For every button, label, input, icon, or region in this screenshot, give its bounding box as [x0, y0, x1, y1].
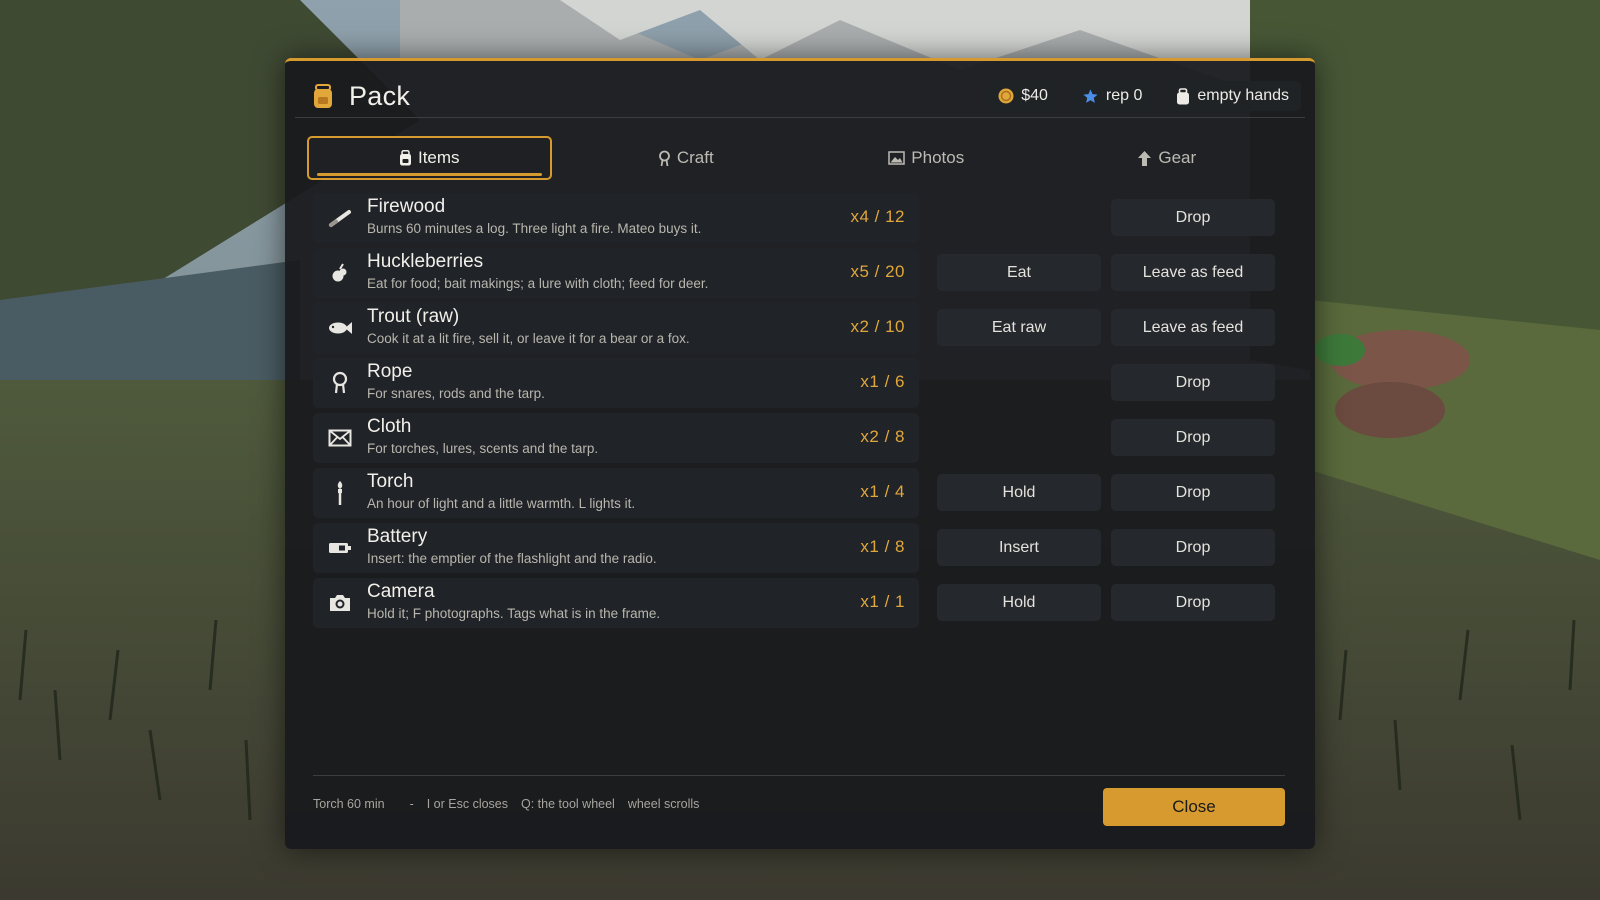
item-name: Firewood: [367, 196, 446, 217]
coin-icon: [998, 88, 1014, 104]
reputation-badge: rep 0: [1069, 81, 1155, 111]
leave-as-feed-button[interactable]: Leave as feed: [1111, 309, 1275, 346]
hands-value: empty hands: [1197, 87, 1289, 104]
item-name: Battery: [367, 526, 428, 547]
rope-icon: [658, 150, 670, 166]
drop-button[interactable]: Drop: [1111, 474, 1275, 511]
item-row-cloth: Cloth For torches, lures, scents and the…: [313, 413, 1275, 463]
item-row-rope: Rope For snares, rods and the tarp. x1 /…: [313, 358, 1275, 408]
torch-icon: [327, 480, 353, 506]
drop-button[interactable]: Drop: [1111, 199, 1275, 236]
item-count: x2 / 10: [850, 317, 905, 336]
tab-craft[interactable]: Craft: [566, 136, 807, 180]
item-description: Cook it at a lit fire, sell it, or leave…: [367, 331, 690, 346]
hold-button[interactable]: Hold: [937, 474, 1101, 511]
item-info[interactable]: Huckleberries Eat for food; bait makings…: [313, 248, 919, 298]
item-count: x1 / 4: [860, 482, 905, 501]
eat-raw-button[interactable]: Eat raw: [937, 309, 1101, 346]
item-name: Trout (raw): [367, 306, 460, 327]
hand-bag-icon: [1177, 87, 1190, 104]
item-list: Firewood Burns 60 minutes a log. Three l…: [313, 193, 1275, 633]
tab-craft-label: Craft: [676, 148, 714, 167]
page-title: Pack: [349, 80, 411, 111]
cloth-icon: [327, 425, 353, 451]
bag-icon: [399, 150, 411, 166]
drop-button[interactable]: Drop: [1111, 584, 1275, 621]
torch-timer-hint: Torch 60 min: [313, 797, 385, 811]
footer-divider: [313, 775, 1285, 776]
reputation-value: rep 0: [1105, 87, 1143, 104]
item-count: x1 / 6: [860, 372, 905, 391]
item-info[interactable]: Trout (raw) Cook it at a lit fire, sell …: [313, 303, 919, 353]
tab-photos-label: Photos: [911, 148, 965, 167]
item-info[interactable]: Torch An hour of light and a little warm…: [313, 468, 919, 518]
drop-button[interactable]: Drop: [1111, 364, 1275, 401]
item-name: Cloth: [367, 416, 412, 437]
item-count: x1 / 8: [860, 537, 905, 556]
money-value: $40: [1021, 87, 1048, 104]
item-name: Rope: [367, 361, 413, 382]
item-info[interactable]: Battery Insert: the emptier of the flash…: [313, 523, 919, 573]
item-description: Burns 60 minutes a log. Three light a fi…: [367, 221, 702, 236]
item-name: Camera: [367, 581, 435, 602]
item-name: Huckleberries: [367, 251, 484, 272]
item-row-camera: Camera Hold it; F photographs. Tags what…: [313, 578, 1275, 628]
leave-as-feed-button[interactable]: Leave as feed: [1111, 254, 1275, 291]
item-count: x4 / 12: [850, 207, 905, 226]
tab-items-label: Items: [417, 148, 460, 167]
hands-badge: empty hands: [1164, 81, 1301, 111]
item-row-battery: Battery Insert: the emptier of the flash…: [313, 523, 1275, 573]
status-bar: $40 rep 0 empty hands: [986, 81, 1301, 111]
tab-items[interactable]: Items: [307, 136, 552, 180]
tab-photos[interactable]: Photos: [806, 136, 1047, 180]
battery-icon: [327, 535, 353, 561]
tab-bar: Items Craft Photos Gear: [307, 136, 1287, 180]
item-info[interactable]: Cloth For torches, lures, scents and the…: [313, 413, 919, 463]
item-description: Eat for food; bait makings; a lure with …: [367, 276, 709, 291]
item-info[interactable]: Camera Hold it; F photographs. Tags what…: [313, 578, 919, 628]
item-row-huckleberries: Huckleberries Eat for food; bait makings…: [313, 248, 1275, 298]
item-description: For snares, rods and the tarp.: [367, 386, 545, 401]
insert-button[interactable]: Insert: [937, 529, 1101, 566]
item-count: x1 / 1: [860, 592, 905, 611]
camera-icon: [327, 590, 353, 616]
item-name: Torch: [367, 471, 414, 492]
item-count: x2 / 8: [860, 427, 905, 446]
close-key-hint: I or Esc closes: [426, 797, 509, 811]
drop-button[interactable]: Drop: [1111, 529, 1275, 566]
tool-wheel-hint: Q: the tool wheel: [521, 797, 615, 811]
pack-panel: Pack $40 rep 0 empty hands Items Craft P…: [285, 58, 1315, 849]
eat-button[interactable]: Eat: [937, 254, 1101, 291]
berry-icon: [327, 260, 353, 286]
rope-icon: [327, 370, 353, 396]
close-button[interactable]: Close: [1103, 788, 1285, 826]
scroll-hint: wheel scrolls: [627, 797, 700, 811]
item-description: Insert: the emptier of the flashlight an…: [367, 551, 657, 566]
item-row-firewood: Firewood Burns 60 minutes a log. Three l…: [313, 193, 1275, 243]
item-count: x5 / 20: [850, 262, 905, 281]
tab-gear[interactable]: Gear: [1047, 136, 1288, 180]
log-icon: [327, 205, 353, 231]
tab-gear-label: Gear: [1158, 148, 1197, 167]
arrow-up-icon: [1138, 150, 1152, 166]
item-info[interactable]: Firewood Burns 60 minutes a log. Three l…: [313, 193, 919, 243]
item-description: An hour of light and a little warmth. L …: [367, 496, 636, 511]
hold-button[interactable]: Hold: [937, 584, 1101, 621]
backpack-icon: [314, 84, 332, 108]
item-info[interactable]: Rope For snares, rods and the tarp. x1 /…: [313, 358, 919, 408]
drop-button[interactable]: Drop: [1111, 419, 1275, 456]
fish-icon: [327, 315, 353, 341]
item-row-trout: Trout (raw) Cook it at a lit fire, sell …: [313, 303, 1275, 353]
hint-separator: -: [409, 797, 414, 811]
item-description: Hold it; F photographs. Tags what is in …: [367, 606, 661, 621]
star-icon: [1083, 88, 1098, 103]
footer-hints: Torch 60 min - I or Esc closes Q: the to…: [313, 797, 699, 811]
money-badge: $40: [986, 81, 1060, 111]
item-row-torch: Torch An hour of light and a little warm…: [313, 468, 1275, 518]
photo-icon: [888, 151, 906, 165]
item-description: For torches, lures, scents and the tarp.: [367, 441, 599, 456]
pack-header: Pack $40 rep 0 empty hands: [295, 75, 1305, 118]
